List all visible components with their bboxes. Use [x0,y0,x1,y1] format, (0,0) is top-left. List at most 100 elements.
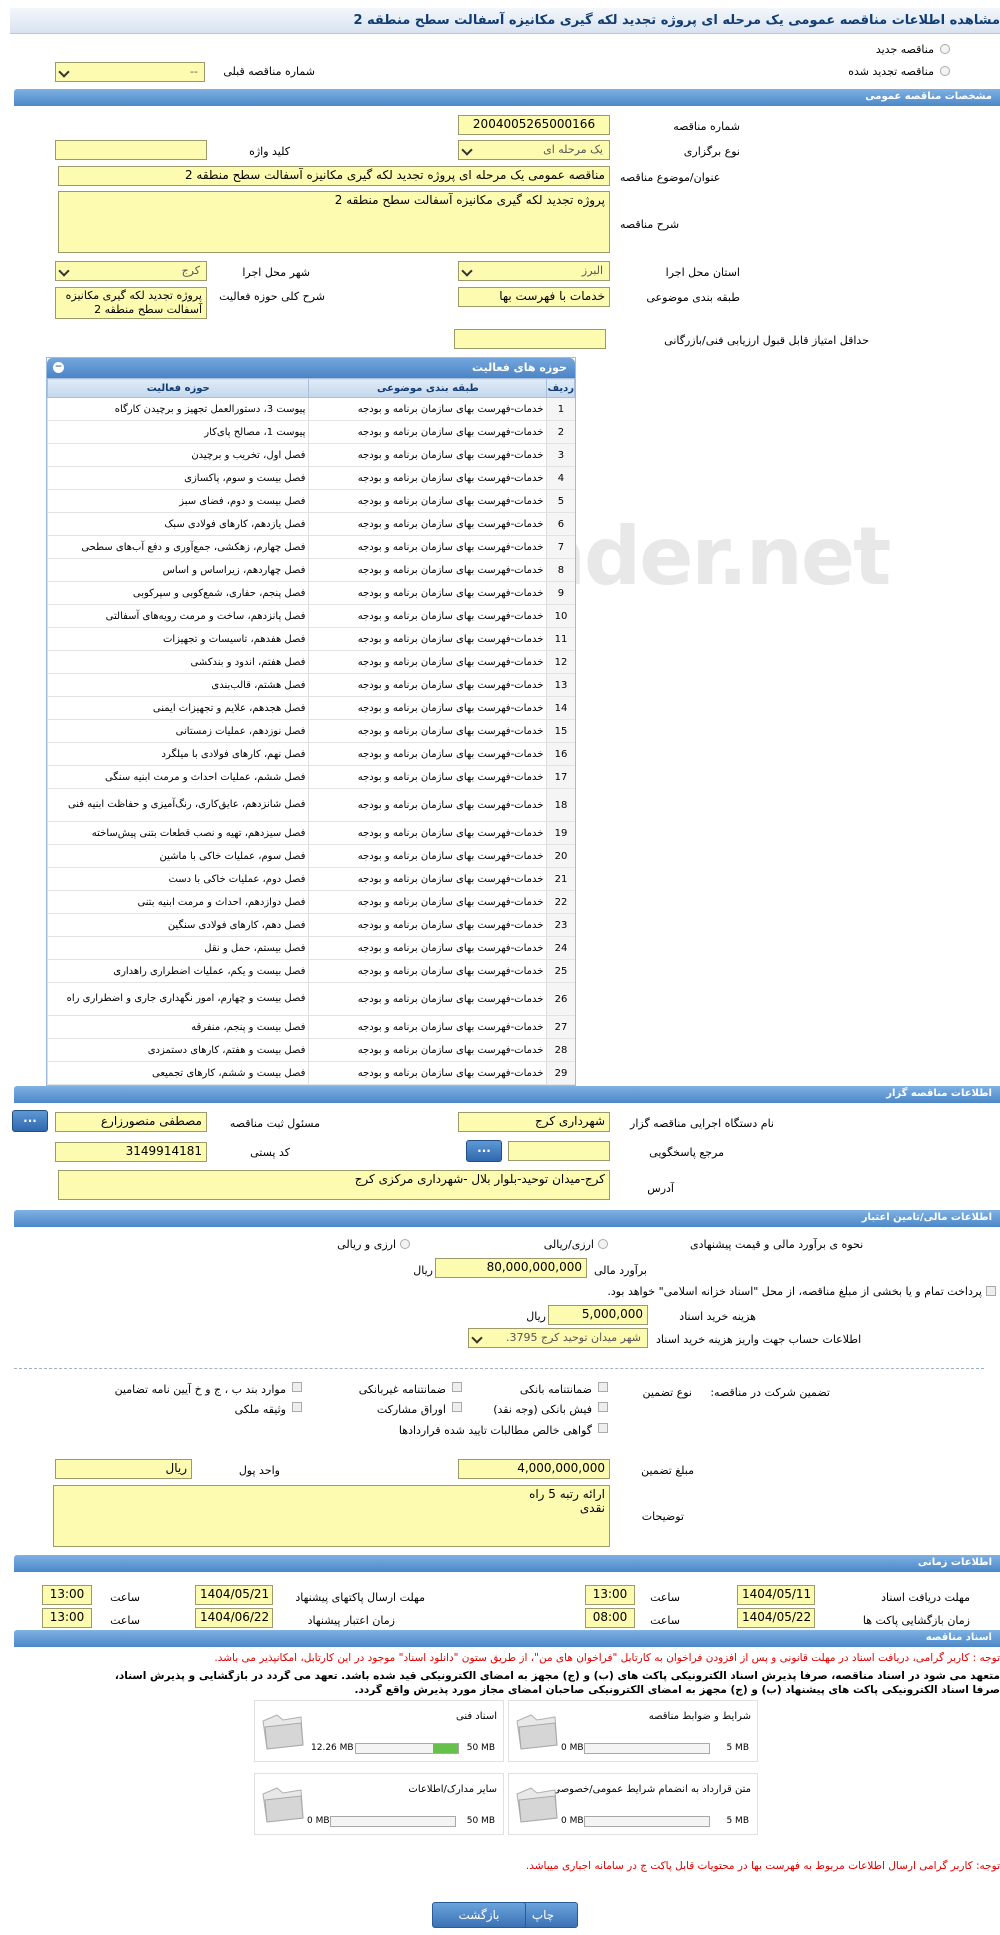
file-upload-box[interactable]: شرایط و ضوابط مناقصه 5 MB 0 MB [508,1700,758,1762]
postal-field[interactable]: 3149914181 [55,1142,207,1162]
file-upload-box[interactable]: متن قرارداد به انضمام شرایط عمومی/خصوصی 5… [508,1773,758,1835]
tender-number-field[interactable]: 2004005265000166 [458,115,610,135]
table-row[interactable]: 18 خدمات-فهرست بهای سازمان برنامه و بودجه… [46,788,575,822]
estimate-field[interactable]: 80,000,000,000 [435,1258,587,1278]
table-row[interactable]: 21 خدمات-فهرست بهای سازمان برنامه و بودجه… [46,867,575,891]
subject-field[interactable]: مناقصه عمومی یک مرحله ای پروژه تجدید لکه… [58,166,610,186]
city-select[interactable]: کرج [55,261,207,281]
file-upload-box[interactable]: سایر مدارک/اطلاعات 50 MB 0 MB [254,1773,504,1835]
collapse-icon[interactable]: − [53,362,64,373]
notes-field[interactable]: ارائه رتبه 5 راه نقدی [53,1485,610,1547]
table-row[interactable]: 29 خدمات-فهرست بهای سازمان برنامه و بودجه… [46,1061,575,1085]
file-progress-bar [330,1816,456,1827]
chk-nonbank[interactable] [452,1382,462,1392]
doc-cost-field[interactable]: 5,000,000 [548,1305,648,1325]
table-row[interactable]: 26 خدمات-فهرست بهای سازمان برنامه و بودجه… [46,982,575,1016]
province-select[interactable]: البرز [458,261,610,281]
type-select[interactable]: یک مرحله ای [458,140,610,160]
table-row[interactable]: 9 خدمات-فهرست بهای سازمان برنامه و بودجه ف… [46,581,575,605]
table-row[interactable]: 24 خدمات-فهرست بهای سازمان برنامه و بودجه… [46,936,575,960]
radio-new[interactable] [940,44,950,54]
row-area: پیوست 1، مصالح پای‌کار [46,420,309,444]
table-row[interactable]: 4 خدمات-فهرست بهای سازمان برنامه و بودجه ف… [46,466,575,490]
chk-cash[interactable] [598,1402,608,1412]
table-row[interactable]: 6 خدمات-فهرست بهای سازمان برنامه و بودجه ف… [46,512,575,536]
row-area: فصل نهم، کارهای فولادی با میلگرد [46,742,309,766]
table-row[interactable]: 25 خدمات-فهرست بهای سازمان برنامه و بودجه… [46,959,575,983]
table-row[interactable]: 3 خدمات-فهرست بهای سازمان برنامه و بودجه ف… [46,443,575,467]
row-category: خدمات-فهرست بهای سازمان برنامه و بودجه [308,535,547,559]
table-row[interactable]: 2 خدمات-فهرست بهای سازمان برنامه و بودجه پ… [46,420,575,444]
radio-fx[interactable] [400,1239,410,1249]
amount-field[interactable]: 4,000,000,000 [458,1459,610,1479]
table-row[interactable]: 20 خدمات-فهرست بهای سازمان برنامه و بودجه… [46,844,575,868]
table-row[interactable]: 17 خدمات-فهرست بهای سازمان برنامه و بودجه… [46,765,575,789]
recv-time[interactable]: 13:00 [585,1585,635,1605]
keyword-field[interactable] [55,140,207,160]
radio-renew[interactable] [940,66,950,76]
send-time[interactable]: 13:00 [42,1585,92,1605]
recv-date[interactable]: 1404/05/11 [737,1585,815,1605]
resp-lookup-button[interactable]: ... [12,1110,48,1132]
table-row[interactable]: 28 خدمات-فهرست بهای سازمان برنامه و بودجه… [46,1038,575,1062]
province-label: استان محل اجرا [665,266,740,279]
row-area: فصل شانزدهم، عایق‌کاری، رنگ‌آمیزی و حفاظ… [46,788,309,822]
resp-field[interactable]: مصطفی منصورزارع [55,1112,207,1132]
row-category: خدمات-فهرست بهای سازمان برنامه و بودجه [308,788,547,822]
prev-number-select[interactable]: -- [55,62,205,82]
min-score-field[interactable] [454,329,606,349]
table-row[interactable]: 5 خدمات-فهرست بهای سازمان برنامه و بودجه ف… [46,489,575,513]
chevron-down-icon [461,265,473,277]
ref-lookup-button[interactable]: ... [466,1140,502,1162]
row-area: فصل چهارم، زهکشی، جمع‌آوری و دفع آب‌های … [46,535,309,559]
valid-time[interactable]: 13:00 [42,1608,92,1628]
file-upload-box[interactable]: اسناد فنی 50 MB 12.26 MB [254,1700,504,1762]
chk-claims-label: گواهی خالص مطالبات تایید شده قراردادها [398,1424,592,1437]
addr-field[interactable]: کرج-میدان توحید-بلوار بلال -شهرداری مرکز… [58,1170,610,1200]
row-area: فصل یازدهم، کارهای فولادی سبک [46,512,309,536]
chk-bonds[interactable] [452,1402,462,1412]
desc-field[interactable]: پروژه تجدید لکه گیری مکانیزه آسفالت سطح … [58,191,610,253]
table-row[interactable]: 13 خدمات-فهرست بهای سازمان برنامه و بودجه… [46,673,575,697]
table-row[interactable]: 14 خدمات-فهرست بهای سازمان برنامه و بودجه… [46,696,575,720]
chk-property[interactable] [292,1402,302,1412]
table-row[interactable]: 11 خدمات-فهرست بهای سازمان برنامه و بودجه… [46,627,575,651]
table-row[interactable]: 8 خدمات-فهرست بهای سازمان برنامه و بودجه ف… [46,558,575,582]
send-date[interactable]: 1404/05/21 [195,1585,273,1605]
open-date[interactable]: 1404/05/22 [737,1608,815,1628]
open-time[interactable]: 08:00 [585,1608,635,1628]
row-number: 10 [546,604,575,628]
table-row[interactable]: 16 خدمات-فهرست بهای سازمان برنامه و بودجه… [46,742,575,766]
chk-articles[interactable] [292,1382,302,1392]
row-category: خدمات-فهرست بهای سازمان برنامه و بودجه [308,627,547,651]
table-row[interactable]: 7 خدمات-فهرست بهای سازمان برنامه و بودجه ف… [46,535,575,559]
unit-field[interactable]: ریال [55,1459,192,1479]
table-row[interactable]: 10 خدمات-فهرست بهای سازمان برنامه و بودجه… [46,604,575,628]
file-used: 0 MB [561,1743,584,1753]
account-select[interactable]: شهر میدان توحید کرج 3795. [468,1328,648,1348]
table-row[interactable]: 27 خدمات-فهرست بهای سازمان برنامه و بودجه… [46,1015,575,1039]
radio-rial[interactable] [598,1239,608,1249]
category-field[interactable]: خدمات با فهرست بها [458,287,610,307]
table-row[interactable]: 12 خدمات-فهرست بهای سازمان برنامه و بودجه… [46,650,575,674]
chk-claims[interactable] [598,1423,608,1433]
table-row[interactable]: 22 خدمات-فهرست بهای سازمان برنامه و بودجه… [46,890,575,914]
table-row[interactable]: 1 خدمات-فهرست بهای سازمان برنامه و بودجه پ… [46,397,575,421]
table-row[interactable]: 23 خدمات-فهرست بهای سازمان برنامه و بودجه… [46,913,575,937]
treasury-checkbox[interactable] [986,1286,996,1296]
exec-label: نام دستگاه اجرایی مناقصه گزار [630,1117,774,1130]
table-row[interactable]: 15 خدمات-فهرست بهای سازمان برنامه و بودجه… [46,719,575,743]
table-row[interactable]: 19 خدمات-فهرست بهای سازمان برنامه و بودجه… [46,821,575,845]
valid-date[interactable]: 1404/06/22 [195,1608,273,1628]
chk-bank[interactable] [598,1382,608,1392]
send-hour-label: ساعت [110,1591,140,1604]
exec-field[interactable]: شهرداری کرج [458,1112,610,1132]
row-number: 25 [546,959,575,983]
ref-field[interactable] [508,1141,610,1161]
row-category: خدمات-فهرست بهای سازمان برنامه و بودجه [308,489,547,513]
back-button[interactable]: بازگشت [432,1902,526,1928]
scope-field[interactable]: پروژه تجدید لکه گیری مکانیزه آسفالت سطح … [55,287,207,319]
row-area: فصل دوم، عملیات خاکی با دست [46,867,309,891]
row-area: فصل ششم، عملیات احداث و مرمت ابنیه سنگی [46,765,309,789]
row-category: خدمات-فهرست بهای سازمان برنامه و بودجه [308,959,547,983]
